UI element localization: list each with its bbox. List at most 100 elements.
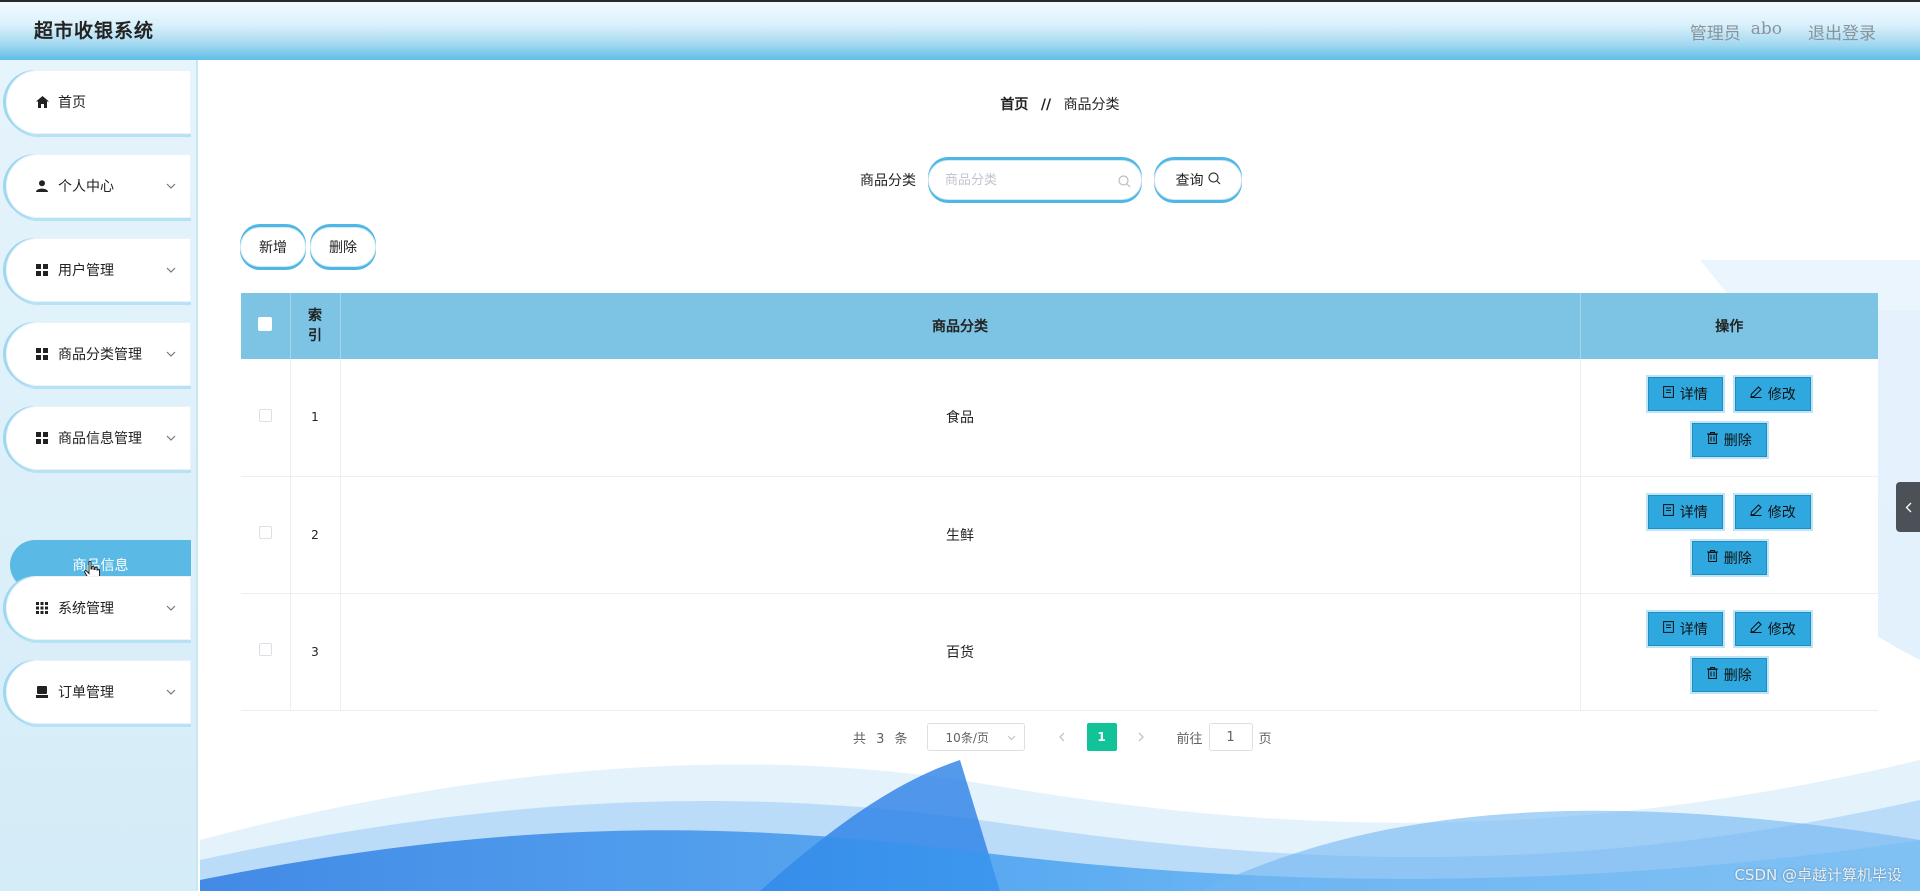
edit-button[interactable]: 修改 (1734, 611, 1811, 646)
watermark: CSDN @卓越计算机毕设 (1734, 866, 1902, 884)
logout-link[interactable]: 退出登录 (1808, 19, 1876, 44)
sidebar-item-label: 系统管理 (58, 601, 114, 617)
breadcrumb-current: 商品分类 (1063, 97, 1120, 113)
sidebar-item-user-management[interactable]: 用户管理 (6, 238, 191, 302)
category-search-input[interactable] (943, 171, 1103, 189)
row-checkbox[interactable] (258, 526, 272, 539)
row-index: 2 (290, 476, 341, 593)
side-collapse-button[interactable] (1896, 482, 1920, 532)
delete-button[interactable]: 删除 (1691, 540, 1767, 575)
row-index: 3 (290, 593, 341, 710)
goto-page: 前往 页 (1177, 723, 1272, 751)
chevron-down-icon (165, 180, 177, 192)
table-row: 3 百货 详情 修改 删除 (241, 593, 1878, 710)
edit-icon (1750, 503, 1762, 520)
search-icon (1118, 173, 1131, 192)
search-box (928, 160, 1142, 200)
query-button-label: 查询 (1175, 173, 1204, 189)
sidebar-item-label: 商品分类管理 (58, 347, 142, 363)
current-user: 管理员 abo (1690, 19, 1782, 44)
chevron-down-icon (1007, 730, 1016, 744)
edit-icon (1750, 620, 1762, 637)
chevron-down-icon (165, 348, 177, 360)
chevron-right-icon (1138, 732, 1144, 742)
action-row: 新增 删除 (240, 227, 376, 267)
page-size-select[interactable]: 10条/页 (926, 723, 1025, 751)
page-number-active[interactable]: 1 (1086, 723, 1117, 751)
goto-unit: 页 (1258, 731, 1272, 747)
detail-label: 详情 (1679, 621, 1708, 638)
sidebar-item-system-management[interactable]: 系统管理 (6, 576, 191, 640)
edit-button[interactable]: 修改 (1734, 377, 1811, 412)
pagination: 共 3 条 10条/页 1 前往 页 (853, 723, 1272, 751)
grid-icon (34, 347, 50, 361)
document-icon (1662, 503, 1674, 520)
row-select-cell (241, 593, 291, 710)
user-name: abo (1750, 19, 1782, 39)
sidebar-subitem-label: 商品信息 (72, 558, 129, 574)
table-row: 2 生鲜 详情 修改 删除 (241, 476, 1878, 593)
chevron-down-icon (165, 686, 177, 698)
table-header-row: 索 引 商品分类 操作 (241, 293, 1878, 359)
delete-label: 删除 (1723, 433, 1752, 450)
category-table: 索 引 商品分类 操作 1 食品 详情 修改 删除 2 生鲜 详情 修改 删除 … (241, 293, 1878, 711)
app-title: 超市收银系统 (34, 20, 155, 42)
breadcrumb-separator: // (1040, 97, 1052, 113)
grid-icon (34, 431, 50, 445)
search-icon (1207, 171, 1221, 189)
table-row: 1 食品 详情 修改 删除 (241, 359, 1878, 476)
search-row: 商品分类 查询 (860, 160, 1242, 200)
top-header: 超市收银系统 管理员 abo 退出登录 (0, 0, 1920, 60)
delete-label: 删除 (1723, 667, 1752, 684)
header-category: 商品分类 (340, 293, 1581, 359)
row-checkbox[interactable] (258, 408, 272, 422)
row-category: 食品 (340, 359, 1581, 476)
detail-button[interactable]: 详情 (1647, 611, 1723, 646)
user-icon (34, 179, 50, 193)
prev-page-button[interactable] (1047, 723, 1077, 751)
user-role: 管理员 (1689, 24, 1741, 44)
grid-icon (34, 263, 50, 277)
row-select-cell (241, 476, 291, 593)
chevron-left-icon (1905, 502, 1911, 512)
home-icon (34, 95, 50, 109)
select-all-checkbox[interactable] (258, 317, 273, 331)
sidebar-item-home[interactable]: 首页 (6, 70, 191, 134)
breadcrumb-home[interactable]: 首页 (1000, 97, 1028, 113)
sidebar-item-category-management[interactable]: 商品分类管理 (6, 322, 191, 386)
sidebar-item-order-management[interactable]: 订单管理 (6, 660, 191, 724)
row-operations: 详情 修改 删除 (1580, 476, 1878, 593)
sidebar-item-label: 首页 (58, 95, 86, 111)
detail-label: 详情 (1679, 504, 1708, 521)
edit-button[interactable]: 修改 (1734, 494, 1811, 529)
row-index: 1 (290, 359, 341, 476)
goto-page-input[interactable] (1208, 723, 1253, 751)
printer-icon (34, 685, 50, 699)
apps-icon (34, 601, 50, 615)
select-all-cell (241, 293, 291, 359)
page-size-value: 10条/页 (945, 730, 989, 745)
chevron-down-icon (165, 602, 177, 614)
edit-label: 修改 (1767, 621, 1796, 638)
header-index: 索 引 (290, 293, 341, 359)
breadcrumb: 首页 // 商品分类 (200, 94, 1920, 114)
row-operations: 详情 修改 删除 (1580, 359, 1878, 476)
detail-button[interactable]: 详情 (1647, 377, 1723, 412)
add-button[interactable]: 新增 (240, 227, 306, 267)
row-category: 百货 (340, 593, 1581, 710)
batch-delete-button[interactable]: 删除 (310, 227, 376, 267)
next-page-button[interactable] (1127, 723, 1157, 751)
sidebar-item-product-management[interactable]: 商品信息管理 (6, 406, 191, 470)
delete-button[interactable]: 删除 (1691, 423, 1767, 458)
row-category: 生鲜 (340, 476, 1581, 593)
delete-button[interactable]: 删除 (1691, 657, 1767, 692)
sidebar-item-label: 用户管理 (58, 263, 114, 279)
goto-label: 前往 (1176, 731, 1203, 747)
header-operations: 操作 (1715, 319, 1744, 335)
row-checkbox[interactable] (258, 643, 272, 656)
chevron-down-icon (165, 432, 177, 444)
query-button[interactable]: 查询 (1154, 160, 1242, 200)
sidebar-item-profile[interactable]: 个人中心 (6, 154, 191, 218)
detail-button[interactable]: 详情 (1647, 494, 1723, 529)
trash-icon (1706, 549, 1718, 566)
